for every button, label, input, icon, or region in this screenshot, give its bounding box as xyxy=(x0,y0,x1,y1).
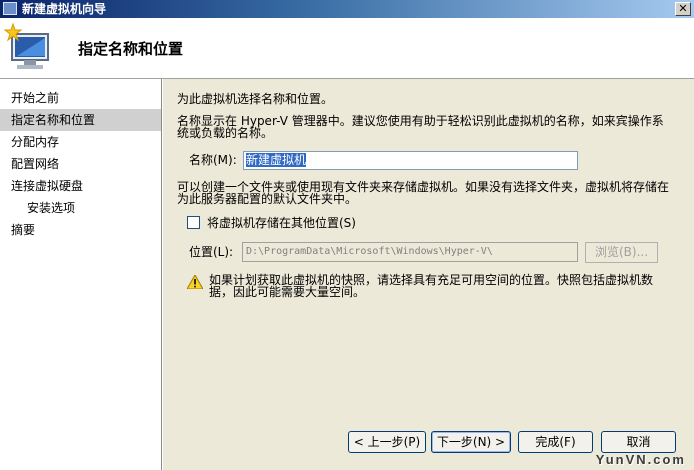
store-elsewhere-label[interactable]: 将虚拟机存储在其他位置(S) xyxy=(207,217,356,230)
close-button[interactable]: ✕ xyxy=(675,2,691,16)
step-connect-virtual-disk[interactable]: 连接虚拟硬盘 xyxy=(0,175,161,197)
location-label: 位置(L): xyxy=(189,245,234,259)
step-configure-networking[interactable]: 配置网络 xyxy=(0,153,161,175)
store-elsewhere-checkbox[interactable] xyxy=(187,216,200,229)
next-button[interactable]: 下一步(N) > xyxy=(431,431,511,453)
step-specify-name-location[interactable]: 指定名称和位置 xyxy=(0,109,161,131)
step-before-you-begin[interactable]: 开始之前 xyxy=(0,87,161,109)
cancel-button[interactable]: 取消 xyxy=(601,431,676,453)
intro-text: 为此虚拟机选择名称和位置。 xyxy=(177,92,334,106)
window-icon xyxy=(3,2,17,15)
step-assign-memory[interactable]: 分配内存 xyxy=(0,131,161,153)
warning-line-2: 据，因此可能需要大量空间。 xyxy=(209,285,366,299)
title-bar: 新建虚拟机向导 ✕ xyxy=(0,0,694,18)
watermark: YunVN.com xyxy=(595,452,686,467)
warning-icon xyxy=(187,275,203,289)
window-title: 新建虚拟机向导 xyxy=(22,2,107,16)
finish-button[interactable]: 完成(F) xyxy=(518,431,593,453)
page-title: 指定名称和位置 xyxy=(78,40,184,58)
step-summary[interactable]: 摘要 xyxy=(0,219,161,241)
wizard-content: 为此虚拟机选择名称和位置。 名称显示在 Hyper-V 管理器中。建议您使用有助… xyxy=(163,79,694,470)
step-installation-options[interactable]: 安装选项 xyxy=(0,197,161,219)
location-input[interactable]: D:\ProgramData\Microsoft\Windows\Hyper-V… xyxy=(242,242,578,262)
previous-button[interactable]: < 上一步(P) xyxy=(348,431,426,453)
wizard-header: 指定名称和位置 xyxy=(0,18,694,79)
vm-name-input[interactable]: 新建虚拟机 xyxy=(243,151,578,170)
folder-info-line-2: 为此服务器配置的默认文件夹中。 xyxy=(177,192,358,206)
virtual-machine-icon xyxy=(3,22,49,69)
vm-name-value: 新建虚拟机 xyxy=(246,153,307,167)
name-label: 名称(M): xyxy=(189,153,237,167)
description-line-2: 统或负载的名称。 xyxy=(177,126,274,140)
browse-button[interactable]: 浏览(B)... xyxy=(585,242,658,263)
wizard-steps-sidebar: 开始之前 指定名称和位置 分配内存 配置网络 连接虚拟硬盘 安装选项 摘要 xyxy=(0,79,162,470)
